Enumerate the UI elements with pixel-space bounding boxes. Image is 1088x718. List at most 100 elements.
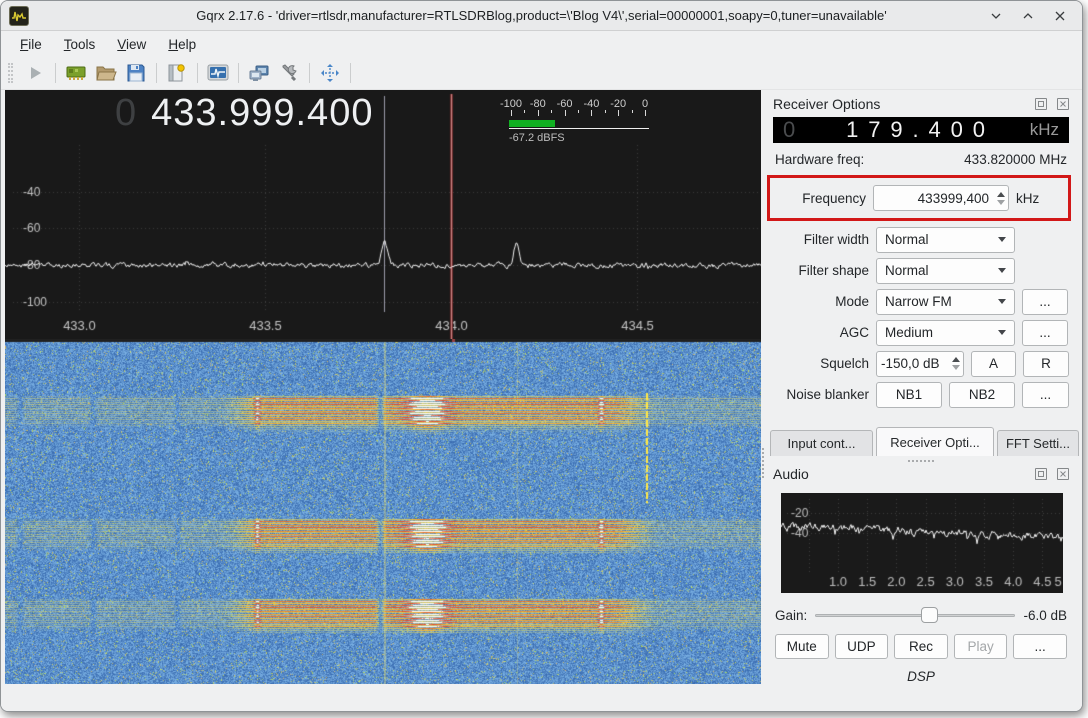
menu-help[interactable]: Help bbox=[159, 34, 205, 55]
filter-width-label: Filter width bbox=[773, 232, 869, 247]
tab-input-controls[interactable]: Input cont... bbox=[770, 430, 873, 456]
lcd-unit: kHz bbox=[1030, 120, 1059, 140]
noise-blanker-options-button[interactable]: ... bbox=[1022, 382, 1069, 408]
chevron-down-icon bbox=[998, 268, 1006, 273]
start-dsp-button[interactable] bbox=[20, 59, 50, 87]
nb1-button[interactable]: NB1 bbox=[876, 382, 942, 408]
bookmarks-button[interactable] bbox=[162, 59, 192, 87]
agc-label: AGC bbox=[773, 325, 869, 340]
agc-value: Medium bbox=[885, 325, 933, 340]
frequency-value[interactable]: 433999,400 bbox=[874, 186, 993, 210]
slider-groove[interactable] bbox=[815, 614, 1015, 617]
audio-buttons: Mute UDP Rec Play ... bbox=[775, 634, 1067, 659]
mode-label: Mode bbox=[773, 294, 869, 309]
rec-button[interactable]: Rec bbox=[894, 634, 948, 659]
audio-spectrum-canvas[interactable] bbox=[781, 493, 1063, 593]
tools-button[interactable] bbox=[274, 59, 304, 87]
frequency-spinbox[interactable]: 433999,400 bbox=[873, 185, 1009, 211]
gqrx-window: Gqrx 2.17.6 - 'driver=rtlsdr,manufacture… bbox=[0, 0, 1083, 712]
filter-shape-value: Normal bbox=[885, 263, 929, 278]
nb2-button[interactable]: NB2 bbox=[949, 382, 1015, 408]
panel-title: Receiver Options bbox=[773, 96, 1025, 112]
spin-arrows-icon[interactable] bbox=[993, 186, 1008, 210]
toolbar-separator bbox=[156, 63, 157, 83]
dbfs-meter-scale: -100 -80 -60 -40 -20 0 bbox=[511, 98, 645, 110]
offset-frequency-lcd[interactable]: 0 179.400 kHz bbox=[773, 117, 1069, 143]
waterfall-display[interactable] bbox=[5, 339, 761, 686]
hardware-freq-value: 433.820000 MHz bbox=[964, 152, 1067, 167]
configure-device-button[interactable] bbox=[61, 59, 91, 87]
tools-wrench-icon bbox=[279, 63, 299, 83]
toolbar bbox=[1, 57, 1082, 90]
slider-handle[interactable] bbox=[921, 607, 938, 623]
minimize-button[interactable] bbox=[988, 8, 1004, 24]
mode-value: Narrow FM bbox=[885, 294, 952, 309]
agc-select[interactable]: Medium bbox=[876, 320, 1015, 346]
plotter-column: 0433.999.400 -100 -80 -60 -40 -20 0 bbox=[5, 90, 761, 684]
status-bar bbox=[1, 684, 1082, 711]
mode-options-button[interactable]: ... bbox=[1022, 289, 1068, 315]
title-bar: Gqrx 2.17.6 - 'driver=rtlsdr,manufacture… bbox=[1, 1, 1082, 31]
dock-resize-handle[interactable] bbox=[908, 460, 934, 462]
gain-value: -6.0 dB bbox=[1023, 608, 1067, 623]
screen: Gqrx 2.17.6 - 'driver=rtlsdr,manufacture… bbox=[0, 0, 1088, 718]
fft-plot-button[interactable] bbox=[203, 59, 233, 87]
waterfall-canvas[interactable] bbox=[5, 339, 761, 686]
maximize-button[interactable] bbox=[1020, 8, 1036, 24]
main-content: 0433.999.400 -100 -80 -60 -40 -20 0 bbox=[1, 90, 1082, 684]
menu-view[interactable]: View bbox=[108, 34, 155, 55]
meter-tick-label: -20 bbox=[610, 98, 626, 110]
menu-file[interactable]: File bbox=[11, 34, 51, 55]
hardware-freq-label: Hardware freq: bbox=[775, 152, 864, 167]
audio-options-button[interactable]: ... bbox=[1013, 634, 1067, 659]
tab-receiver-options[interactable]: Receiver Opti... bbox=[876, 427, 994, 456]
squelch-spinbox[interactable]: -150,0 dB bbox=[876, 351, 964, 377]
close-button[interactable] bbox=[1052, 8, 1068, 24]
play-icon bbox=[25, 63, 45, 83]
iq-rebalance-button[interactable] bbox=[315, 59, 345, 87]
udp-button[interactable]: UDP bbox=[835, 634, 889, 659]
float-panel-button[interactable] bbox=[1035, 98, 1047, 110]
mute-button[interactable]: Mute bbox=[775, 634, 829, 659]
open-folder-icon bbox=[95, 63, 117, 83]
play-button[interactable]: Play bbox=[954, 634, 1008, 659]
save-file-button[interactable] bbox=[121, 59, 151, 87]
squelch-value[interactable]: -150,0 dB bbox=[877, 352, 948, 376]
filter-shape-select[interactable]: Normal bbox=[876, 258, 1015, 284]
noise-blanker-label: Noise blanker bbox=[773, 387, 869, 402]
panel-splitter[interactable] bbox=[761, 90, 766, 684]
chevron-down-icon bbox=[998, 330, 1006, 335]
sdr-device-icon bbox=[65, 63, 87, 83]
bookmarks-icon bbox=[167, 63, 187, 83]
float-audio-panel-button[interactable] bbox=[1035, 468, 1047, 480]
agc-options-button[interactable]: ... bbox=[1022, 320, 1068, 346]
window-title: Gqrx 2.17.6 - 'driver=rtlsdr,manufacture… bbox=[1, 8, 1082, 23]
squelch-reset-button[interactable]: R bbox=[1023, 351, 1069, 377]
close-panel-button[interactable] bbox=[1057, 98, 1069, 110]
toolbar-drag-handle[interactable] bbox=[8, 63, 13, 83]
main-frequency-display[interactable]: 0433.999.400 bbox=[115, 92, 373, 135]
menu-bar: File Tools View Help bbox=[1, 31, 1082, 57]
squelch-auto-button[interactable]: A bbox=[971, 351, 1016, 377]
filter-width-select[interactable]: Normal bbox=[876, 227, 1015, 253]
meter-ticks bbox=[511, 110, 645, 117]
meter-tick-label: -40 bbox=[583, 98, 599, 110]
toolbar-separator bbox=[309, 63, 310, 83]
audio-spectrum-plot[interactable] bbox=[781, 493, 1069, 598]
tab-fft-settings[interactable]: FFT Setti... bbox=[997, 430, 1079, 456]
receiver-options-panel: Receiver Options 0 179.400 kHz Hardware … bbox=[766, 90, 1083, 684]
toolbar-separator bbox=[350, 63, 351, 83]
menu-tools[interactable]: Tools bbox=[55, 34, 105, 55]
open-file-button[interactable] bbox=[91, 59, 121, 87]
toolbar-separator bbox=[55, 63, 56, 83]
mode-select[interactable]: Narrow FM bbox=[876, 289, 1015, 315]
spin-arrows-icon[interactable] bbox=[948, 352, 963, 376]
signal-level-bar bbox=[509, 120, 555, 127]
audio-panel-title: Audio bbox=[773, 466, 1025, 482]
save-floppy-icon bbox=[126, 63, 146, 83]
frequency-digits: 433.999.400 bbox=[151, 92, 373, 134]
remote-control-button[interactable] bbox=[244, 59, 274, 87]
rf-spectrum-plot[interactable]: 0433.999.400 -100 -80 -60 -40 -20 0 bbox=[5, 90, 761, 339]
close-audio-panel-button[interactable] bbox=[1057, 468, 1069, 480]
audio-gain-slider[interactable] bbox=[815, 607, 1015, 623]
